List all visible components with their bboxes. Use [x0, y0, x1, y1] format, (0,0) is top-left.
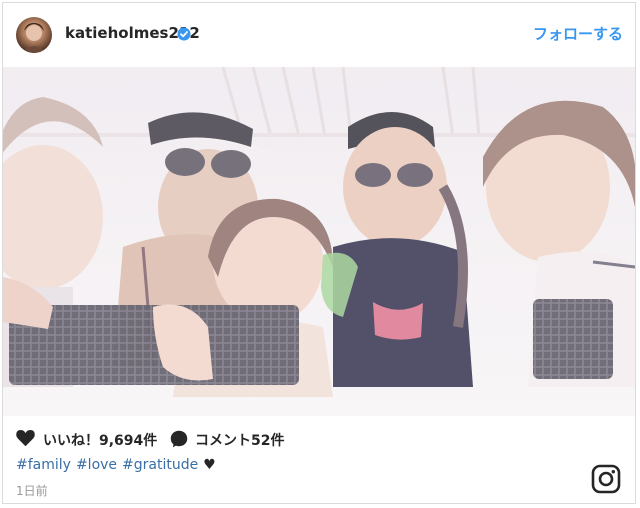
hashtag-link[interactable]: #gratitude	[122, 457, 198, 473]
group-selfie-image	[3, 67, 635, 416]
hashtag-link[interactable]: #love	[76, 457, 117, 473]
instagram-post-card: katieholmes212 フォローする いいね！9,694件 コメント52件…	[2, 2, 636, 504]
heart-icon[interactable]	[16, 430, 35, 447]
post-photo[interactable]	[3, 67, 635, 416]
hashtag-link[interactable]: #family	[16, 457, 71, 473]
verified-badge-icon	[177, 27, 191, 41]
post-header: katieholmes212 フォローする	[3, 3, 635, 67]
caption-heart-emoji: ♥	[203, 457, 216, 473]
post-caption: #family #love #gratitude ♥	[16, 457, 216, 473]
post-footer: いいね！9,694件 コメント52件 #family #love #gratitud…	[3, 416, 635, 503]
follow-button[interactable]: フォローする	[533, 23, 623, 44]
post-timestamp[interactable]: 1日前	[16, 482, 48, 499]
comment-bubble-icon[interactable]	[170, 430, 188, 448]
comments-count[interactable]: コメント52件	[195, 430, 284, 450]
likes-count[interactable]: いいね！9,694件	[43, 430, 157, 450]
instagram-logo-icon[interactable]	[591, 464, 621, 494]
avatar[interactable]	[16, 17, 52, 53]
